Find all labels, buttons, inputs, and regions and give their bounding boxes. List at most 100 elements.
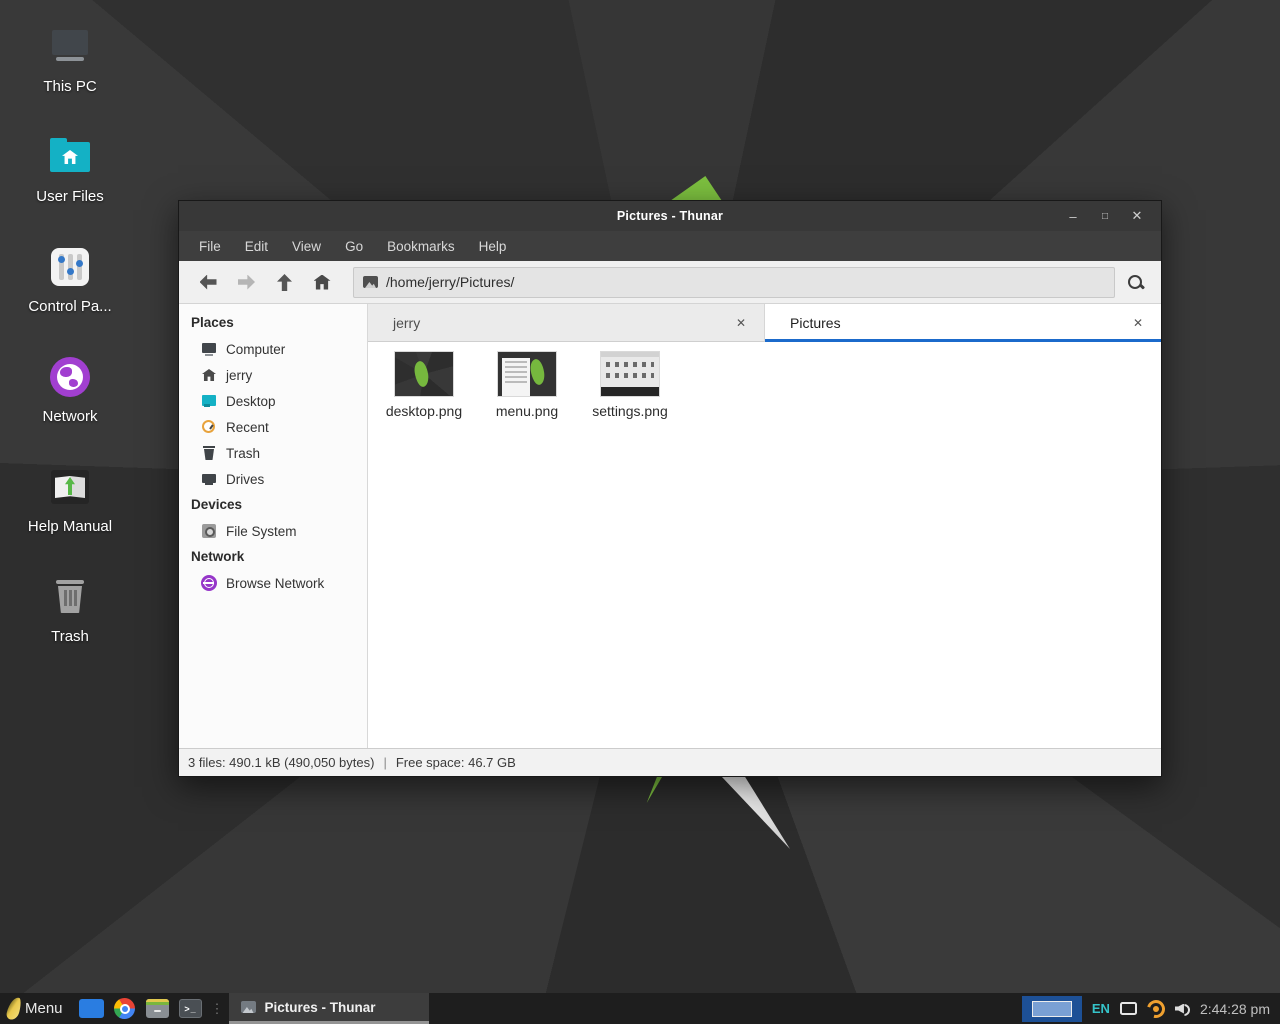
tab-close-icon[interactable]: ✕ (1129, 314, 1147, 332)
globe-icon (47, 354, 93, 400)
terminal-icon: >_ (179, 999, 202, 1018)
path-bar[interactable]: /home/jerry/Pictures/ (353, 267, 1115, 298)
file-manager-launcher[interactable] (143, 993, 173, 1024)
back-button[interactable] (189, 265, 227, 299)
show-desktop-button[interactable] (77, 993, 107, 1024)
minimize-icon: – (1069, 209, 1076, 224)
sidebar-item-label: Trash (226, 446, 260, 461)
show-desktop-icon (79, 999, 104, 1018)
free-space: Free space: 46.7 GB (396, 755, 516, 770)
places-header: Places (179, 310, 367, 336)
current-path: /home/jerry/Pictures/ (386, 274, 514, 290)
close-icon: ✕ (1132, 208, 1143, 224)
desktop-icon-label: Trash (22, 628, 118, 645)
up-button[interactable] (265, 265, 303, 299)
home-button[interactable] (303, 265, 341, 299)
chrome-launcher[interactable] (110, 993, 140, 1024)
desktop-icon-label: Network (22, 408, 118, 425)
sliders-icon (47, 244, 93, 290)
close-button[interactable]: ✕ (1121, 201, 1153, 231)
menu-help[interactable]: Help (479, 239, 507, 254)
titlebar[interactable]: Pictures - Thunar – □ ✕ (179, 201, 1161, 231)
desktop-png-thumbnail (395, 352, 453, 396)
file-settings-png[interactable]: settings.png (580, 352, 680, 419)
clock: 2:44:28 pm (1200, 1001, 1270, 1017)
sidebar-item-browse-network[interactable]: Browse Network (179, 570, 367, 596)
menu-view[interactable]: View (292, 239, 321, 254)
terminal-launcher[interactable]: >_ (176, 993, 206, 1024)
window-controls: – □ ✕ (1057, 201, 1153, 231)
search-button[interactable] (1115, 265, 1155, 299)
menu-go[interactable]: Go (345, 239, 363, 254)
desktop-icon-help-manual[interactable]: Help Manual (22, 464, 118, 535)
start-menu-button[interactable]: Menu (25, 1000, 63, 1017)
desktop-icon-control-panel[interactable]: Control Pa... (22, 244, 118, 315)
file-desktop-png[interactable]: desktop.png (374, 352, 474, 419)
active-workspace (1032, 1001, 1072, 1017)
sidebar-item-label: Drives (226, 472, 264, 487)
task-button-thunar[interactable]: Pictures - Thunar (229, 993, 429, 1024)
minimize-button[interactable]: – (1057, 201, 1089, 231)
sidebar-item-computer[interactable]: Computer (179, 336, 367, 362)
sidebar-item-jerry[interactable]: jerry (179, 362, 367, 388)
desktop-icon-trash[interactable]: Trash (22, 574, 118, 645)
maximize-icon: □ (1102, 211, 1108, 222)
home-icon (314, 275, 331, 290)
display-icon[interactable] (1120, 1002, 1137, 1015)
menubar: File Edit View Go Bookmarks Help (179, 231, 1161, 261)
image-folder-icon (363, 276, 378, 288)
file-cabinet-icon (146, 999, 169, 1018)
sidebar-item-drives[interactable]: Drives (179, 466, 367, 492)
sidebar: Places Computer jerry Desktop Recent Tra… (179, 304, 368, 748)
sidebar-item-file-system[interactable]: File System (179, 518, 367, 544)
keyboard-layout-indicator[interactable]: EN (1092, 1001, 1110, 1016)
up-icon (277, 274, 292, 291)
sidebar-item-trash[interactable]: Trash (179, 440, 367, 466)
file-menu-png[interactable]: menu.png (477, 352, 577, 419)
desktop-icon (201, 393, 217, 409)
update-notifier-icon[interactable] (1147, 1000, 1165, 1018)
desktop-icon-label: Control Pa... (22, 298, 118, 315)
sidebar-item-desktop[interactable]: Desktop (179, 388, 367, 414)
workspace-switcher[interactable] (1022, 996, 1082, 1022)
file-name: settings.png (580, 403, 680, 419)
volume-icon[interactable] (1175, 1002, 1190, 1016)
tab-close-icon[interactable]: ✕ (732, 314, 750, 332)
clock-icon (201, 419, 217, 435)
linux-lite-feather-icon[interactable] (5, 996, 22, 1021)
file-name: desktop.png (374, 403, 474, 419)
sidebar-item-recent[interactable]: Recent (179, 414, 367, 440)
tab-pictures[interactable]: Pictures ✕ (765, 304, 1161, 342)
home-icon (201, 367, 217, 383)
forward-button[interactable] (227, 265, 265, 299)
trash-icon (201, 445, 217, 461)
menu-file[interactable]: File (199, 239, 221, 254)
tasklist-handle: ⋮ (211, 1001, 224, 1017)
hard-disk-icon (201, 523, 217, 539)
home-folder-icon (47, 134, 93, 180)
tab-jerry[interactable]: jerry ✕ (368, 304, 765, 342)
file-list-area[interactable]: desktop.png menu.png settings.png (368, 342, 1161, 748)
computer-icon (47, 24, 93, 70)
desktop-icon-user-files[interactable]: User Files (22, 134, 118, 205)
maximize-button[interactable]: □ (1089, 201, 1121, 231)
network-header: Network (179, 544, 367, 570)
tab-bar: jerry ✕ Pictures ✕ (368, 304, 1161, 342)
devices-header: Devices (179, 492, 367, 518)
toolbar: /home/jerry/Pictures/ (179, 261, 1161, 304)
window-title: Pictures - Thunar (617, 209, 723, 223)
menu-bookmarks[interactable]: Bookmarks (387, 239, 455, 254)
desktop-icon-network[interactable]: Network (22, 354, 118, 425)
system-tray: EN 2:44:28 pm (1022, 996, 1280, 1022)
sidebar-item-label: Desktop (226, 394, 276, 409)
chrome-icon (114, 998, 135, 1019)
status-separator: | (383, 755, 386, 770)
menu-png-thumbnail (498, 352, 556, 396)
menu-edit[interactable]: Edit (245, 239, 268, 254)
taskbar: Menu >_ ⋮ Pictures - Thunar EN 2:44:28 p… (0, 993, 1280, 1024)
file-name: menu.png (477, 403, 577, 419)
sidebar-item-label: File System (226, 524, 297, 539)
desktop-icon-this-pc[interactable]: This PC (22, 24, 118, 95)
task-button-label: Pictures - Thunar (265, 1000, 376, 1015)
sidebar-item-label: Recent (226, 420, 269, 435)
